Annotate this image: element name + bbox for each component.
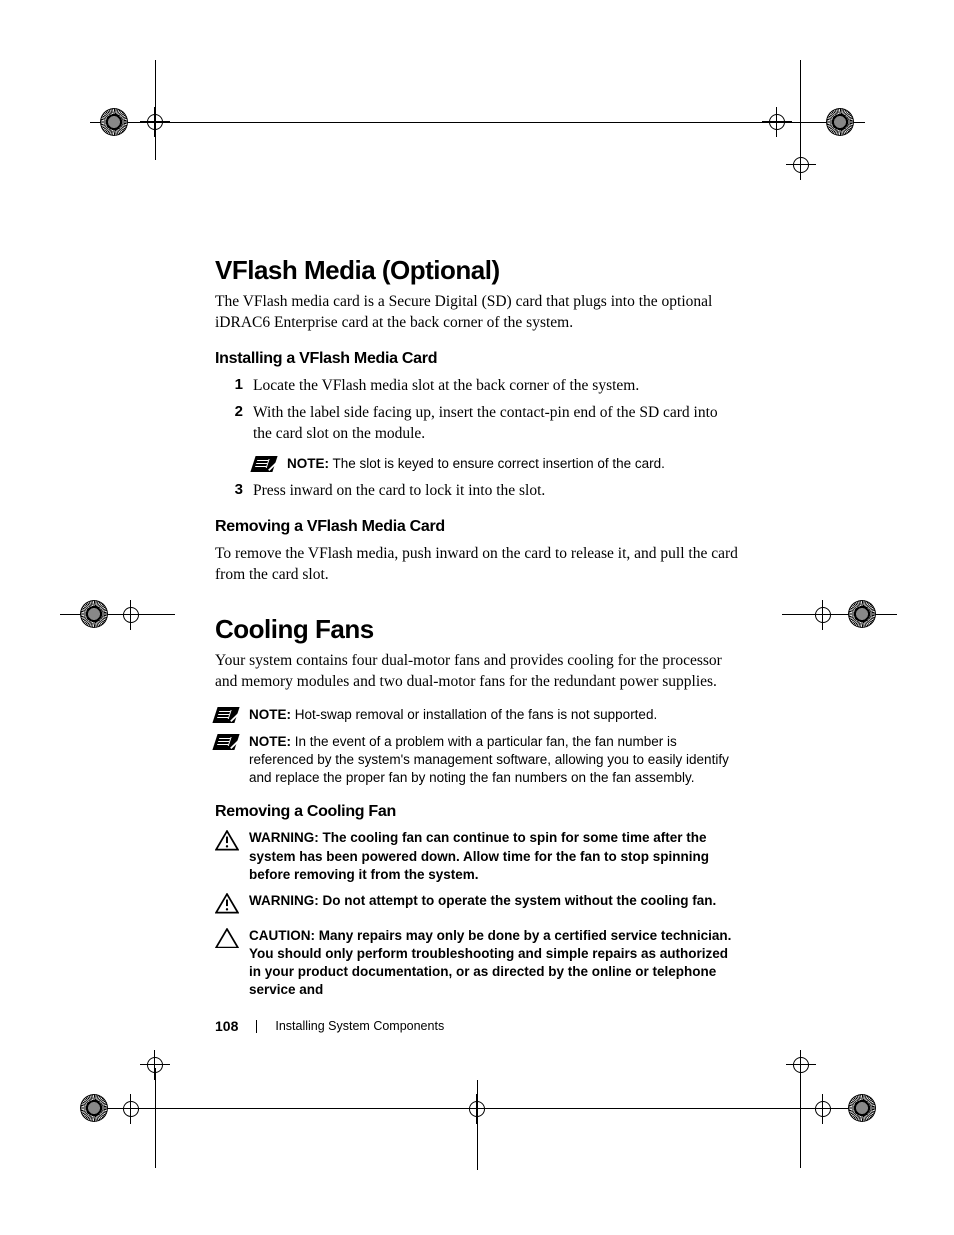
warning-icon: [215, 829, 239, 856]
install-steps-cont: 3 Press inward on the card to lock it in…: [215, 481, 740, 502]
note-icon: [253, 455, 277, 472]
crop-rule-vertical: [800, 1068, 801, 1168]
page-footer: 108 Installing System Components: [215, 1018, 444, 1034]
step-number: 3: [215, 481, 253, 498]
registration-cross-icon: [808, 1094, 838, 1124]
crop-rule-bottom: [90, 1108, 865, 1109]
crop-rule-short: [60, 614, 175, 615]
footer-separator: [256, 1020, 257, 1033]
registration-knurl-icon: [80, 1094, 108, 1122]
registration-cross-icon: [786, 1050, 816, 1080]
caution-text: Many repairs may only be done by a certi…: [249, 928, 731, 998]
step-text: With the label side facing up, insert th…: [253, 403, 740, 445]
registration-cross-icon: [116, 1094, 146, 1124]
registration-knurl-icon: [826, 108, 854, 136]
note-label: NOTE:: [249, 734, 291, 749]
section-title: Installing System Components: [275, 1019, 444, 1033]
registration-knurl-icon: [80, 600, 108, 628]
page-number: 108: [215, 1018, 238, 1034]
warning-callout: WARNING: The cooling fan can continue to…: [215, 829, 740, 884]
crop-rule-top: [90, 122, 865, 123]
note-callout: NOTE: In the event of a problem with a p…: [215, 733, 740, 788]
registration-knurl-icon: [848, 600, 876, 628]
note-icon: [215, 706, 239, 723]
page-body: VFlash Media (Optional) The VFlash media…: [215, 255, 740, 1008]
registration-cross-icon: [808, 600, 838, 630]
registration-knurl-icon: [100, 108, 128, 136]
note-label: NOTE:: [249, 707, 291, 722]
crop-rule-vertical: [477, 1080, 478, 1170]
caution-icon: [215, 927, 239, 954]
step-number: 1: [215, 376, 253, 393]
crop-rule-short: [782, 614, 897, 615]
note-label: NOTE:: [287, 456, 329, 471]
warning-label: WARNING:: [249, 893, 319, 908]
remove-vflash-text: To remove the VFlash media, push inward …: [215, 544, 740, 586]
note-callout: NOTE: The slot is keyed to ensure correc…: [253, 455, 740, 473]
registration-cross-icon: [140, 107, 170, 137]
heading-remove-vflash: Removing a VFlash Media Card: [215, 518, 740, 536]
heading-remove-fan: Removing a Cooling Fan: [215, 803, 740, 821]
step-number: 2: [215, 403, 253, 420]
warning-text: Do not attempt to operate the system wit…: [323, 893, 717, 908]
caution-label: CAUTION:: [249, 928, 315, 943]
heading-cooling: Cooling Fans: [215, 614, 740, 645]
registration-cross-icon: [762, 107, 792, 137]
registration-knurl-icon: [848, 1094, 876, 1122]
registration-cross-icon: [786, 150, 816, 180]
step-text: Locate the VFlash media slot at the back…: [253, 376, 740, 397]
heading-install-vflash: Installing a VFlash Media Card: [215, 350, 740, 368]
warning-label: WARNING:: [249, 830, 319, 845]
note-text: Hot-swap removal or installation of the …: [295, 707, 657, 722]
registration-cross-icon: [140, 1050, 170, 1080]
cooling-intro: Your system contains four dual-motor fan…: [215, 651, 740, 693]
note-text: In the event of a problem with a particu…: [249, 734, 729, 785]
install-steps: 1 Locate the VFlash media slot at the ba…: [215, 376, 740, 445]
crop-rule-vertical: [800, 60, 801, 160]
caution-callout: CAUTION: Many repairs may only be done b…: [215, 927, 740, 1000]
crop-rule-vertical: [155, 1068, 156, 1168]
registration-cross-icon: [116, 600, 146, 630]
step-text: Press inward on the card to lock it into…: [253, 481, 740, 502]
crop-rule-vertical: [155, 60, 156, 160]
note-text: The slot is keyed to ensure correct inse…: [333, 456, 665, 471]
warning-icon: [215, 892, 239, 919]
heading-vflash: VFlash Media (Optional): [215, 255, 740, 286]
registration-cross-icon: [462, 1094, 492, 1124]
vflash-intro: The VFlash media card is a Secure Digita…: [215, 292, 740, 334]
note-icon: [215, 733, 239, 750]
warning-callout: WARNING: Do not attempt to operate the s…: [215, 892, 740, 919]
note-callout: NOTE: Hot-swap removal or installation o…: [215, 706, 740, 724]
